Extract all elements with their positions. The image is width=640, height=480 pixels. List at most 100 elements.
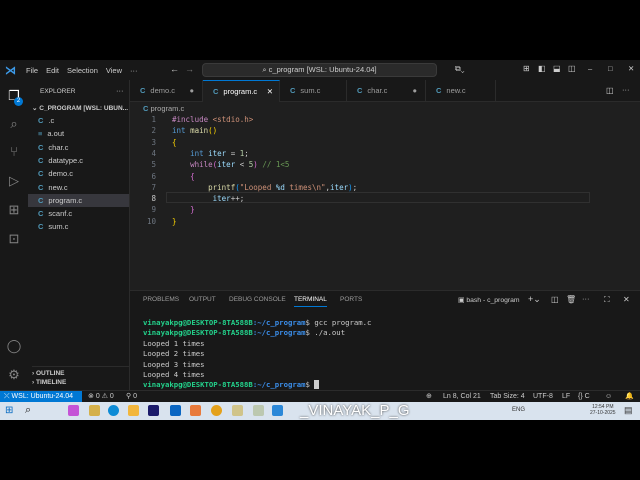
edge-icon[interactable] (108, 405, 119, 416)
file-item[interactable]: ≡ a.out (28, 127, 129, 140)
command-center-label: c_program [WSL: Ubuntu-24.04] (268, 65, 377, 74)
remote-explorer-icon[interactable]: ⊡ (6, 231, 22, 247)
file-explorer-icon[interactable] (128, 405, 139, 416)
minimize-icon[interactable]: – (588, 64, 592, 73)
menu-edit[interactable]: Edit (46, 66, 59, 75)
kill-terminal-icon[interactable]: 🗑 (566, 295, 576, 304)
outline-section[interactable]: › OUTLINE (32, 366, 130, 377)
breadcrumb[interactable]: C program.c (143, 104, 184, 113)
folder-header[interactable]: ⌄ C_PROGRAM [WSL: UBUN... (32, 104, 128, 112)
file-item[interactable]: Cprogram.c (28, 193, 129, 207)
vscode-logo-icon: ⋊ (5, 65, 16, 77)
forward-arrow-icon[interactable]: → (185, 64, 194, 74)
eol[interactable]: LF (562, 391, 570, 402)
panel-tab-ports[interactable]: PORTS (340, 296, 362, 303)
explorer-badge: 2 (14, 97, 23, 106)
copilot-app-icon[interactable] (68, 405, 79, 416)
ports-indicator[interactable]: ⚲ 0 (126, 391, 137, 402)
close-window-icon[interactable]: ✕ (628, 64, 634, 73)
editor-more-icon[interactable]: ··· (622, 85, 630, 94)
code-line: int main() (172, 126, 218, 136)
premiere-icon[interactable] (148, 405, 159, 416)
start-icon[interactable]: ⊞ (5, 405, 13, 416)
code-line: while(iter < 5) // 1<5 (190, 160, 290, 170)
new-terminal-icon[interactable]: +⌄ (528, 294, 541, 305)
c-file-icon: C (357, 86, 363, 95)
toggle-sidebar-icon[interactable]: ◧ (538, 64, 546, 73)
toggle-panel-icon[interactable]: ⬓ (553, 64, 561, 73)
terminal-line: vinayakpg@DESKTOP-8TA588B:~/c_program$ .… (143, 328, 346, 338)
panel-tab-terminal[interactable]: TERMINAL (294, 296, 327, 307)
extensions-icon[interactable]: ⊞ (6, 202, 22, 218)
terminal-line: Looped 3 times (143, 359, 205, 369)
panel-tab-debug-console[interactable]: DEBUG CONSOLE (229, 296, 286, 303)
tab-char-c[interactable]: Cchar.c ● (347, 80, 426, 102)
editor-tabs: Cdemo.c ● Cprogram.c ✕ Csum.c Cchar.c ● Cnew.c (130, 80, 640, 102)
panel-more-icon[interactable]: ··· (582, 294, 590, 303)
cursor-position[interactable]: Ln 8, Col 21 (443, 391, 481, 402)
terminal-line: Looped 4 times (143, 369, 205, 379)
c-file-icon: C (140, 86, 146, 95)
tab-size[interactable]: Tab Size: 4 (490, 391, 525, 402)
menu-more[interactable]: ··· (130, 66, 138, 75)
zoom-icon[interactable]: ⊕ (426, 391, 432, 402)
vscode-taskbar-icon[interactable] (272, 405, 283, 416)
customize-layout-icon[interactable]: ⊞ (523, 64, 530, 73)
tab-sum-c[interactable]: Csum.c (280, 80, 347, 102)
split-editor-icon[interactable]: ◫ (606, 86, 614, 95)
app-icon[interactable] (253, 405, 264, 416)
file-item[interactable]: Cnew.c (28, 181, 129, 194)
account-icon[interactable]: ◯ (6, 338, 22, 354)
terminal-output[interactable]: vinayakpg@DESKTOP-8TA588B:~/c_program$ g… (143, 318, 371, 391)
menu-selection[interactable]: Selection (67, 66, 98, 75)
file-item[interactable]: Cchar.c (28, 141, 129, 154)
maximize-panel-icon[interactable]: ⛶ (604, 295, 610, 305)
menu-view[interactable]: View (106, 66, 122, 75)
explorer-more-icon[interactable]: ··· (116, 86, 124, 95)
tab-label: new.c (446, 86, 466, 95)
split-terminal-icon[interactable]: ◫ (551, 295, 559, 304)
settings-gear-icon[interactable]: ⚙ (6, 367, 22, 383)
close-panel-icon[interactable]: ✕ (623, 295, 630, 304)
encoding[interactable]: UTF-8 (533, 391, 553, 402)
app-icon[interactable] (232, 405, 243, 416)
unsaved-dot-icon[interactable]: ● (412, 80, 417, 102)
tab-program-c[interactable]: Cprogram.c ✕ (203, 80, 280, 102)
terminal-name: bash - c_program (466, 297, 520, 304)
lang-indicator[interactable]: ENG (512, 407, 525, 413)
unsaved-dot-icon[interactable]: ● (189, 80, 194, 102)
file-item[interactable]: Cscanf.c (28, 207, 129, 220)
tab-new-c[interactable]: Cnew.c (426, 80, 496, 102)
problems-indicator[interactable]: ⊗ 0 ⚠ 0 (88, 391, 114, 402)
menu-file[interactable]: File (26, 66, 38, 75)
copilot-status-icon[interactable]: ☺ (605, 391, 612, 402)
file-item[interactable]: Cdatatype.c (28, 154, 129, 167)
file-item[interactable]: Csum.c (28, 220, 129, 233)
close-tab-icon[interactable]: ✕ (267, 81, 273, 103)
app-icon[interactable] (89, 405, 100, 416)
app-icon[interactable] (190, 405, 201, 416)
terminal-selector[interactable]: ▣ bash - c_program (458, 296, 520, 304)
panel-tab-output[interactable]: OUTPUT (189, 296, 216, 303)
chrome-icon[interactable] (211, 405, 222, 416)
panel-tab-problems[interactable]: PROBLEMS (143, 296, 179, 303)
source-control-icon[interactable]: ⑂ (6, 144, 22, 160)
toggle-secondary-sidebar-icon[interactable]: ◫ (568, 64, 576, 73)
copilot-icon[interactable]: ⧉⌄ (455, 64, 465, 74)
clock[interactable]: 12:54 PM 27-10-2025 (590, 404, 616, 416)
notification-center-icon[interactable]: ▤ (624, 405, 633, 416)
linkedin-icon[interactable] (170, 405, 181, 416)
notifications-icon[interactable]: 🔔 (625, 391, 634, 402)
maximize-icon[interactable]: □ (608, 64, 613, 73)
search-icon[interactable]: ⌕ (25, 404, 31, 417)
search-icon[interactable]: ⌕ (6, 116, 22, 132)
timeline-section[interactable]: › TIMELINE (32, 379, 66, 386)
run-debug-icon[interactable]: ▷ (6, 173, 22, 189)
file-item[interactable]: Cdemo.c (28, 167, 129, 180)
language-mode[interactable]: {} C (578, 391, 590, 402)
tab-demo-c[interactable]: Cdemo.c ● (130, 80, 203, 102)
file-item[interactable]: C .c (28, 114, 129, 127)
back-arrow-icon[interactable]: ← (170, 64, 179, 74)
breadcrumb-file: program.c (150, 104, 185, 113)
command-center-search[interactable]: ⌕ c_program [WSL: Ubuntu-24.04] (202, 63, 437, 77)
